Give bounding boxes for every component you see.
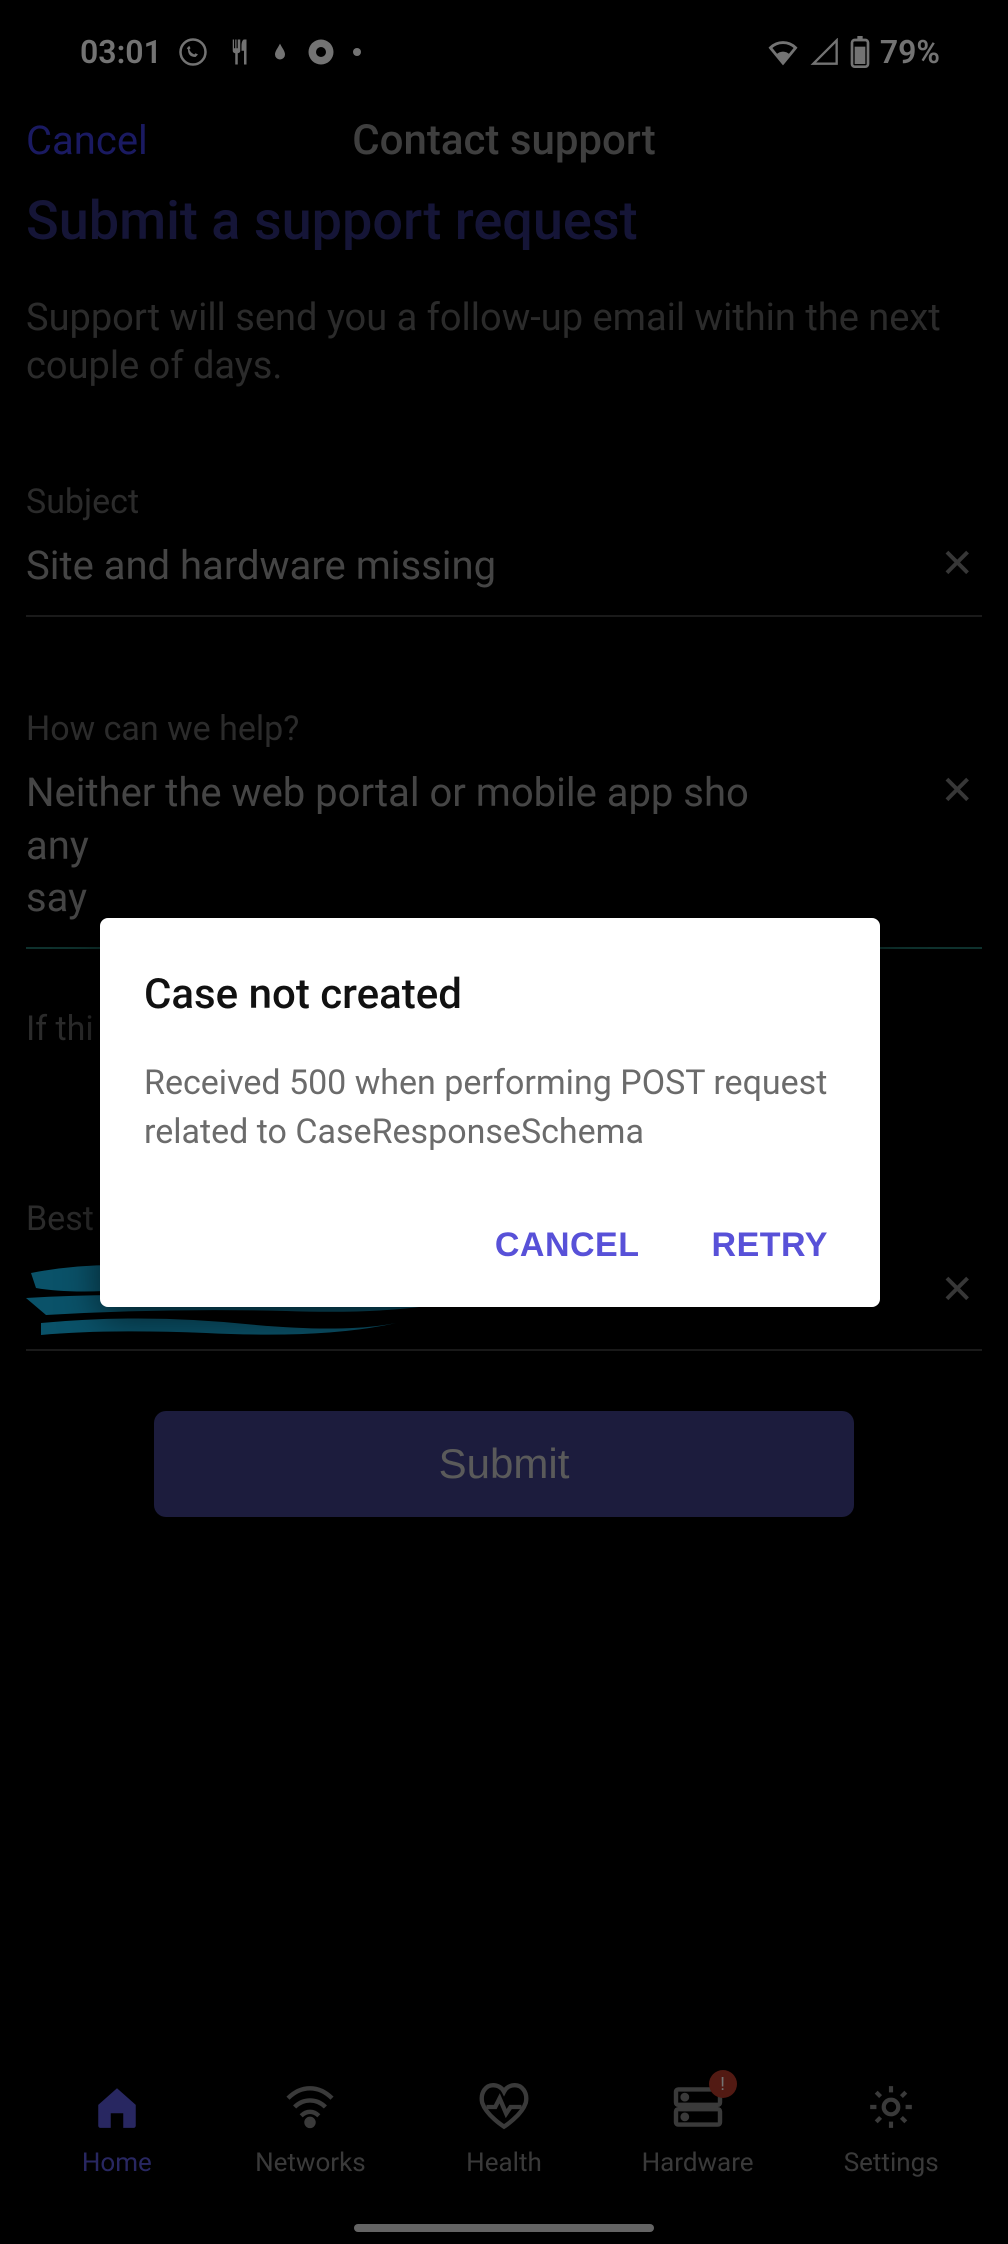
dialog-cancel-button[interactable]: CANCEL — [487, 1214, 648, 1277]
error-dialog: Case not created Received 500 when perfo… — [100, 918, 880, 1307]
dialog-message: Received 500 when performing POST reques… — [144, 1059, 836, 1158]
dialog-retry-button[interactable]: RETRY — [704, 1214, 836, 1277]
dialog-title: Case not created — [144, 970, 836, 1019]
